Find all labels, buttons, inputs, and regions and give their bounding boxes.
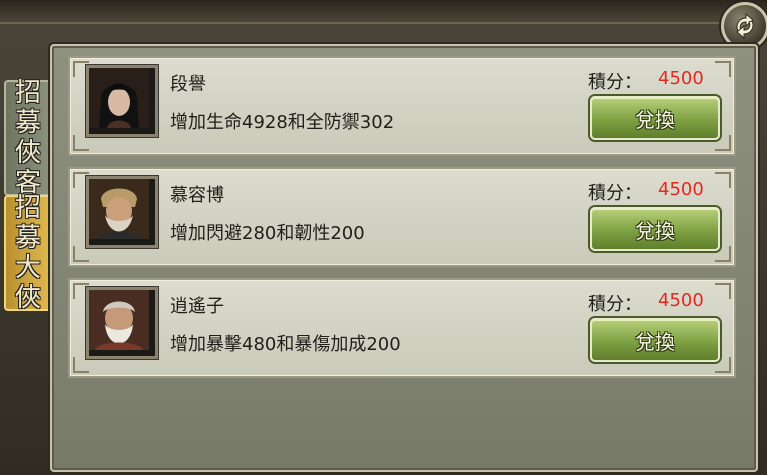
hero-portrait [86,65,158,137]
tab-label-char: 招 [14,78,41,108]
refresh-icon [736,12,754,40]
tab-label-char: 募 [14,223,41,253]
hero-portrait [86,287,158,359]
score-label: 積分： [588,72,642,93]
score-value: 4500 [658,179,704,200]
hero-card: 慕容博 增加閃避280和韌性200 積分： 4500 兌換 [68,167,736,267]
card-corner-ornament [715,283,731,299]
hero-card: 段譽 增加生命4928和全防禦302 積分： 4500 兌換 [68,56,736,156]
card-corner-ornament [73,357,89,373]
exchange-button[interactable]: 兌換 [590,318,720,362]
tab-label-char: 俠 [14,138,41,168]
hero-description: 增加閃避280和韌性200 [170,223,365,244]
score-label: 積分： [588,294,642,315]
score-value: 4500 [658,290,704,311]
hero-name: 段譽 [170,74,206,95]
hero-name: 慕容博 [170,185,224,206]
exchange-button[interactable]: 兌換 [590,207,720,251]
exchange-button[interactable]: 兌換 [590,96,720,140]
card-corner-ornament [73,246,89,262]
tab-label-char: 募 [14,108,41,138]
card-corner-ornament [715,61,731,77]
hero-description: 增加生命4928和全防禦302 [170,112,395,133]
hero-card: 逍遙子 增加暴擊480和暴傷加成200 積分： 4500 兌換 [68,278,736,378]
top-frame-strip [0,0,767,24]
hero-name: 逍遙子 [170,296,224,317]
tab-recruit-daxia[interactable]: 招 募 大 俠 [4,193,50,313]
tab-label-char: 大 [14,253,41,283]
card-corner-ornament [715,172,731,188]
score-label: 積分： [588,183,642,204]
tab-label-char: 俠 [14,283,41,313]
tab-recruit-xiake[interactable]: 招 募 俠 客 [4,78,50,198]
tab-label-char: 招 [14,193,41,223]
refresh-button[interactable] [721,2,767,50]
hero-description: 增加暴擊480和暴傷加成200 [170,334,401,355]
score-value: 4500 [658,68,704,89]
hero-portrait [86,176,158,248]
card-corner-ornament [73,135,89,151]
